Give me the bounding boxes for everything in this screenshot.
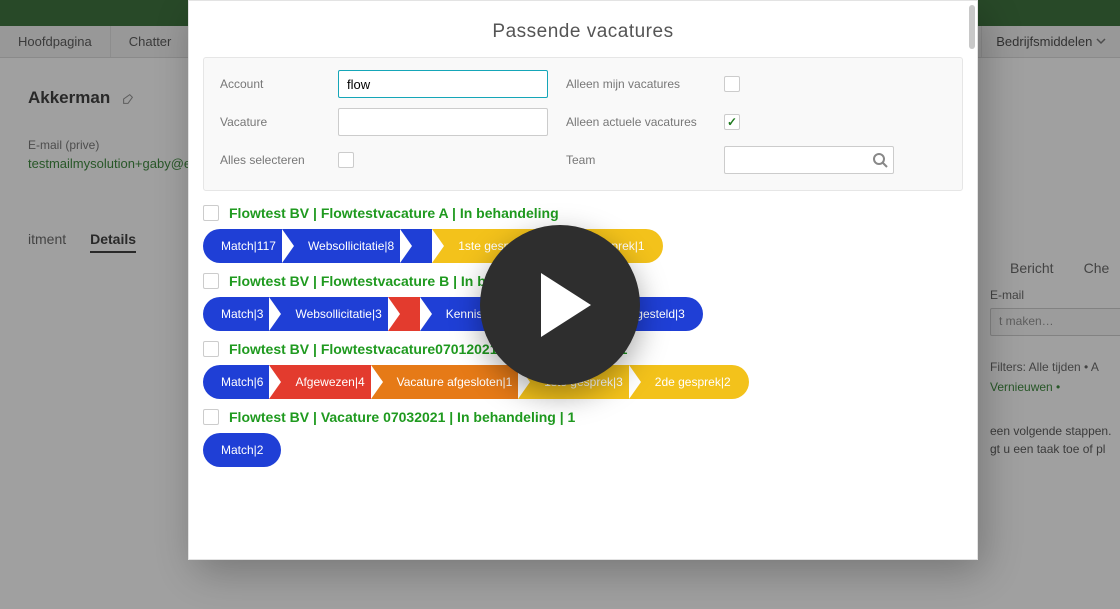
stage-chevron[interactable]: Afgewezen|4	[269, 365, 382, 399]
nav-resources[interactable]: Bedrijfsmiddelen	[981, 26, 1120, 57]
stage-chevron[interactable]: Vacature afgesloten|1	[371, 365, 531, 399]
email-label: E-mail (prive)	[28, 138, 182, 152]
nav-main[interactable]: Hoofdpagina	[0, 26, 111, 57]
bg-note2: gt u een taak toe of pl	[990, 442, 1120, 456]
tab-bericht[interactable]: Bericht	[1010, 260, 1054, 276]
stage-label: Match|117	[221, 239, 276, 253]
play-button[interactable]	[480, 225, 640, 385]
stage-label: Match|6	[221, 375, 263, 389]
label-only-mine: Alleen mijn vacatures	[566, 77, 706, 91]
vacancy-item: Flowtest BV | Vacature 07032021 | In beh…	[203, 409, 963, 467]
team-input[interactable]	[724, 146, 894, 174]
bg-note1: een volgende stappen.	[990, 424, 1120, 438]
vacancy-checkbox[interactable]	[203, 205, 219, 221]
stage-row: Match|2	[203, 433, 963, 467]
vacancy-checkbox[interactable]	[203, 273, 219, 289]
label-select-all: Alles selecteren	[220, 153, 320, 167]
vacancy-title[interactable]: Flowtest BV | Flowtestvacature B | In be…	[229, 273, 518, 289]
stage-label: Vacature afgesloten|1	[397, 375, 513, 389]
nav-chatter[interactable]: Chatter	[111, 26, 191, 57]
team-search	[724, 146, 894, 174]
stage-chevron[interactable]: Match|117	[203, 229, 294, 263]
label-account: Account	[220, 77, 320, 91]
stage-chevron[interactable]: Websollicitatie|3	[269, 297, 399, 331]
vacancy-checkbox[interactable]	[203, 409, 219, 425]
select-all-checkbox[interactable]	[338, 152, 354, 168]
bg-email-label: E-mail	[990, 288, 1120, 302]
tab-che[interactable]: Che	[1084, 260, 1110, 276]
vacancy-title[interactable]: Flowtest BV | Flowtestvacature A | In be…	[229, 205, 559, 221]
contact-name: Akkerman	[28, 88, 182, 108]
stage-chevron[interactable]: Websollicitatie|8	[282, 229, 412, 263]
only-mine-checkbox[interactable]	[724, 76, 740, 92]
chevron-down-icon	[1096, 36, 1106, 46]
label-only-current: Alleen actuele vacatures	[566, 115, 706, 129]
vacancy-checkbox[interactable]	[203, 341, 219, 357]
only-current-checkbox[interactable]	[724, 114, 740, 130]
label-team: Team	[566, 153, 706, 167]
modal-title: Passende vacatures	[189, 1, 977, 57]
modal-scrollbar[interactable]	[969, 5, 975, 49]
stage-chevron[interactable]: Match|2	[203, 433, 281, 467]
stage-label: 2de gesprek|2	[655, 375, 731, 389]
stage-label: Match|3	[221, 307, 263, 321]
share-icon	[121, 92, 135, 106]
stage-label: Websollicitatie|3	[295, 307, 381, 321]
bg-refresh-link[interactable]: Vernieuwen •	[990, 380, 1120, 394]
bg-left-pane: Akkerman E-mail (prive) testmailmysoluti…	[0, 58, 190, 609]
bg-compose-input[interactable]: t maken…	[990, 308, 1120, 336]
vacature-input[interactable]	[338, 108, 548, 136]
email-value[interactable]: testmailmysolution+gaby@e	[28, 156, 182, 171]
vacancy-title[interactable]: Flowtest BV | Vacature 07032021 | In beh…	[229, 409, 575, 425]
account-input[interactable]	[338, 70, 548, 98]
stage-label: Websollicitatie|8	[308, 239, 394, 253]
tab-details[interactable]: Details	[90, 231, 136, 253]
search-icon[interactable]	[872, 152, 888, 168]
stage-label: Match|2	[221, 443, 263, 457]
bg-left-tabs: itment Details	[28, 231, 182, 253]
stage-label: Afgewezen|4	[295, 375, 364, 389]
filter-panel: Account Alleen mijn vacatures Vacature A…	[203, 57, 963, 191]
label-vacature: Vacature	[220, 115, 320, 129]
tab-recruitment[interactable]: itment	[28, 231, 66, 253]
stage-chevron[interactable]: 2de gesprek|2	[629, 365, 749, 399]
bg-filters[interactable]: Filters: Alle tijden • A	[990, 360, 1120, 374]
